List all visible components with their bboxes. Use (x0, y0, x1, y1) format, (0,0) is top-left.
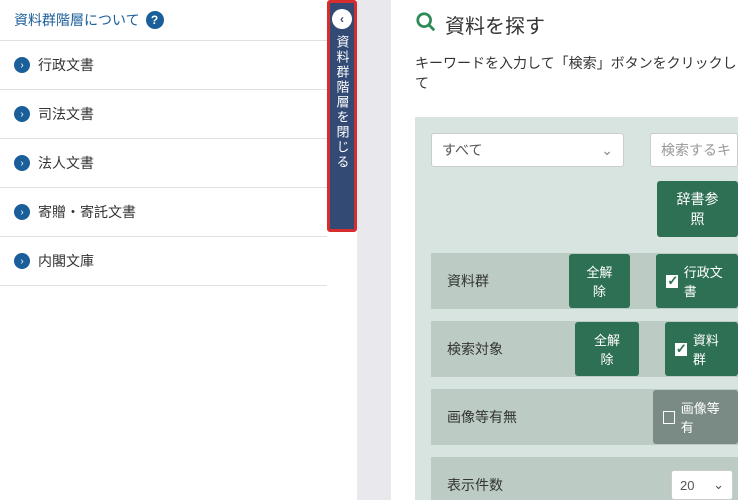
clear-group-button[interactable]: 全解除 (569, 254, 631, 308)
per-page-select[interactable]: 20 ⌄ (671, 470, 733, 500)
chevron-left-icon: ‹ (332, 9, 352, 29)
dictionary-button[interactable]: 辞書参照 (657, 181, 738, 237)
chip-gyosei[interactable]: 行政文書 (656, 254, 738, 308)
chip-label: 資料群 (693, 330, 728, 368)
chevron-right-icon: › (14, 155, 30, 171)
sidebar-item-label: 司法文書 (38, 104, 94, 124)
sidebar-header[interactable]: 資料群階層について ? (0, 0, 327, 41)
chip-image[interactable]: 画像等有 (653, 390, 738, 444)
scrollbar-track[interactable] (357, 0, 391, 500)
search-icon (415, 11, 437, 39)
chip-label: 行政文書 (684, 262, 728, 300)
filter-label: 資料群 (431, 271, 569, 291)
hierarchy-about-link[interactable]: 資料群階層について (14, 10, 140, 30)
checkbox-icon (666, 275, 677, 288)
sidebar: 資料群階層について ? › 行政文書 › 司法文書 › 法人文書 › 寄贈・寄託… (0, 0, 327, 500)
chevron-right-icon: › (14, 204, 30, 220)
sidebar-item-shiho[interactable]: › 司法文書 (0, 90, 327, 139)
per-page-value: 20 (680, 478, 694, 493)
filter-row-perpage: 表示件数 20 ⌄ (431, 457, 738, 500)
sidebar-item-gyosei[interactable]: › 行政文書 (0, 41, 327, 90)
keyword-input[interactable]: 検索するキ (650, 133, 738, 167)
search-form: すべて ⌄ 検索するキ 辞書参照 資料群 全解除 行政文書 検 (415, 117, 738, 500)
sidebar-item-label: 行政文書 (38, 55, 94, 75)
checkbox-icon (663, 411, 675, 424)
filter-label: 表示件数 (431, 475, 587, 495)
help-icon[interactable]: ? (146, 11, 164, 29)
filter-row-group: 資料群 全解除 行政文書 (431, 253, 738, 309)
collapse-label: 資料群階層を閉じる (333, 35, 352, 170)
checkbox-icon (675, 343, 687, 356)
collapse-sidebar-button[interactable]: ‹ 資料群階層を閉じる (327, 0, 357, 232)
chip-label: 画像等有 (681, 398, 728, 436)
main-panel: 資料を探す キーワードを入力して「検索」ボタンをクリックして すべて ⌄ 検索す… (391, 0, 738, 500)
filter-row-target: 検索対象 全解除 資料群 (431, 321, 738, 377)
sidebar-item-kizo[interactable]: › 寄贈・寄託文書 (0, 188, 327, 237)
filter-row-image: 画像等有無 画像等有 (431, 389, 738, 445)
sidebar-item-label: 寄贈・寄託文書 (38, 202, 136, 222)
sidebar-item-label: 内閣文庫 (38, 251, 94, 271)
filter-label: 画像等有無 (431, 407, 576, 427)
chevron-right-icon: › (14, 57, 30, 73)
sidebar-item-naikaku[interactable]: › 内閣文庫 (0, 237, 327, 286)
chevron-right-icon: › (14, 106, 30, 122)
chevron-right-icon: › (14, 253, 30, 269)
sidebar-item-label: 法人文書 (38, 153, 94, 173)
scope-select[interactable]: すべて ⌄ (431, 133, 624, 167)
scope-select-value: すべて (442, 140, 482, 160)
search-title-text: 資料を探す (445, 10, 545, 39)
chevron-down-icon: ⌄ (713, 477, 724, 493)
chevron-down-icon: ⌄ (601, 142, 613, 159)
search-description: キーワードを入力して「検索」ボタンをクリックして (415, 53, 738, 93)
clear-target-button[interactable]: 全解除 (575, 322, 639, 376)
chip-shiryogun[interactable]: 資料群 (665, 322, 738, 376)
filter-label: 検索対象 (431, 339, 575, 359)
keyword-placeholder: 検索するキ (661, 140, 731, 160)
sidebar-item-hojin[interactable]: › 法人文書 (0, 139, 327, 188)
search-heading: 資料を探す (415, 10, 738, 39)
